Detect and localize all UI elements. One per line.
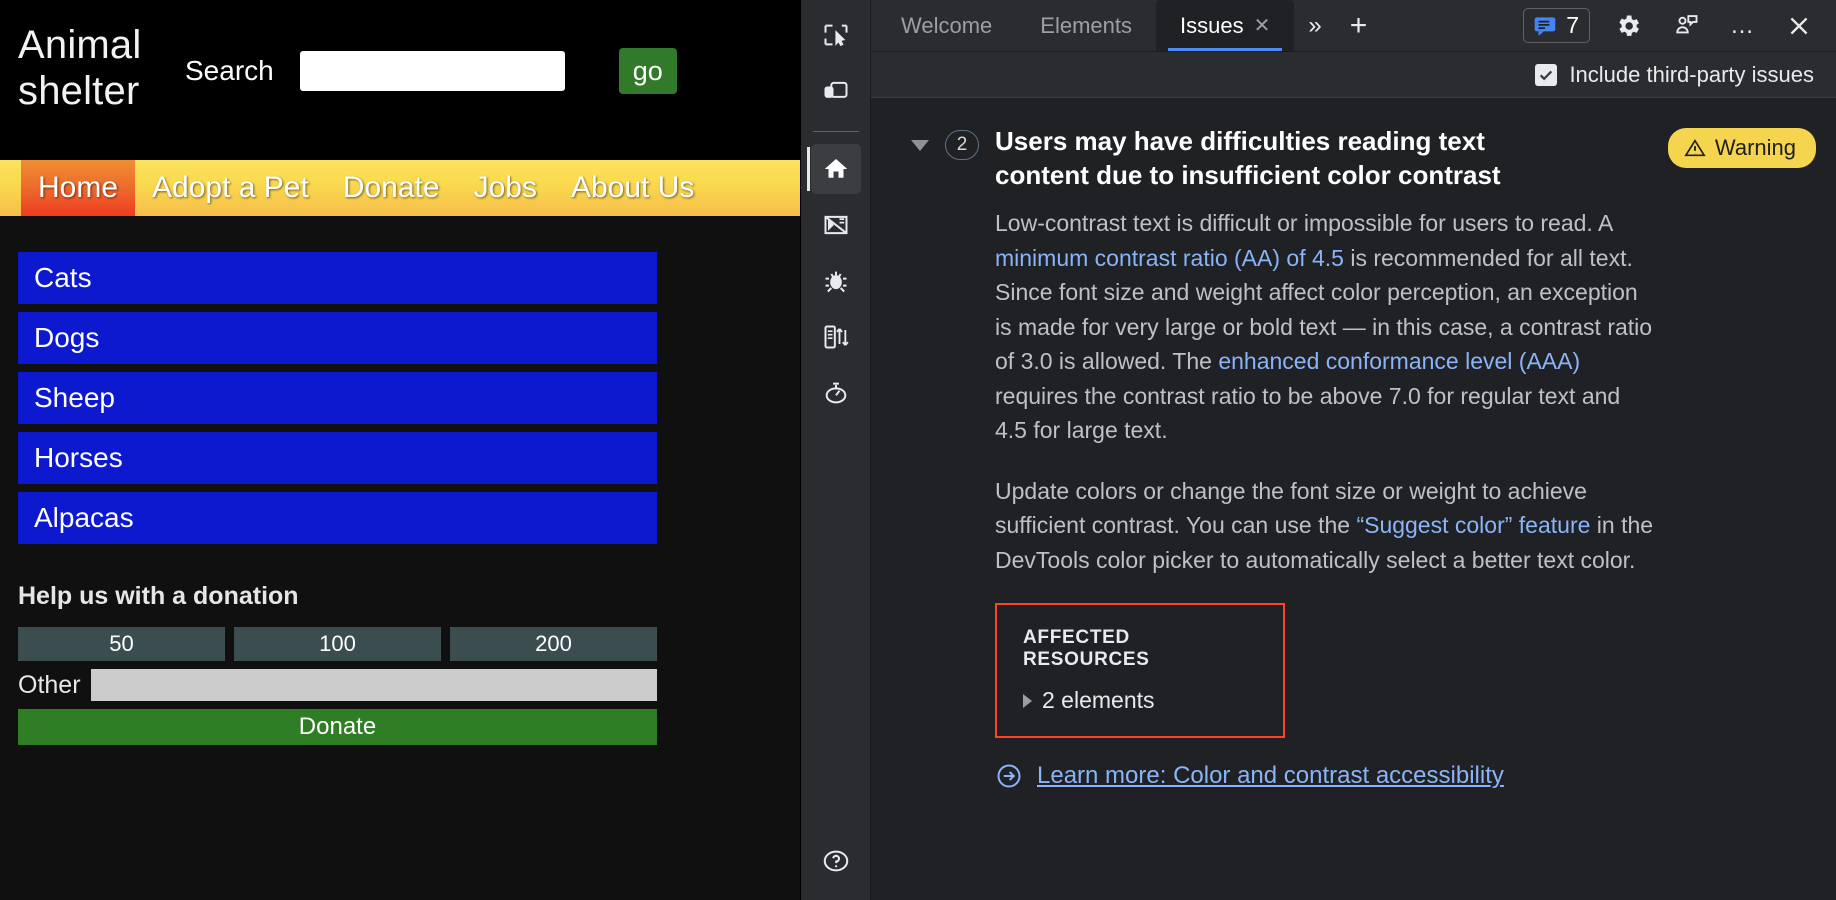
affected-resources-title: AFFECTED RESOURCES <box>1023 627 1150 670</box>
search-go-button[interactable]: go <box>618 48 677 94</box>
animal-button-cats[interactable]: Cats <box>18 252 657 304</box>
app-root: Animal shelter Search go Home Adopt a Pe… <box>0 0 1836 900</box>
donation-other-input[interactable] <box>90 669 657 701</box>
issue-severity-label: Warning <box>1714 135 1796 160</box>
more-tabs-icon[interactable]: » <box>1294 0 1335 51</box>
inspect-element-icon[interactable] <box>811 10 861 60</box>
search-area: Search go <box>185 48 677 94</box>
tab-issues[interactable]: Issues ✕ <box>1156 0 1295 51</box>
affected-resources-row[interactable]: 2 elements <box>1023 687 1257 714</box>
devtools-tabbar: Welcome Elements Issues ✕ » + 7 … <box>871 0 1836 52</box>
nav-item-home[interactable]: Home <box>21 160 136 216</box>
donation-other-row: Other <box>18 669 657 701</box>
issue-header: 2 Users may have difficulties reading te… <box>871 98 1836 192</box>
performance-timer-icon[interactable] <box>811 368 861 418</box>
animal-button-alpacas[interactable]: Alpacas <box>18 492 657 544</box>
animal-button-dogs[interactable]: Dogs <box>18 312 657 364</box>
search-label: Search <box>185 55 274 86</box>
warning-triangle-icon <box>1684 139 1706 157</box>
tab-close-icon[interactable]: ✕ <box>1254 13 1271 38</box>
arrow-right-circle-icon <box>997 764 1021 788</box>
elements-panel-icon[interactable] <box>811 200 861 250</box>
issue-collapse-caret-icon[interactable] <box>911 140 929 151</box>
devtools-main: Welcome Elements Issues ✕ » + 7 … Includ… <box>871 0 1836 900</box>
issue-p1-link-aa[interactable]: minimum contrast ratio (AA) of 4.5 <box>995 245 1344 271</box>
tab-elements[interactable]: Elements <box>1016 0 1156 51</box>
help-icon[interactable] <box>811 836 861 886</box>
include-third-party-label: Include third-party issues <box>1569 61 1814 87</box>
third-party-filter-bar: Include third-party issues <box>871 52 1836 98</box>
feedback-icon[interactable] <box>1658 12 1714 40</box>
home-icon[interactable] <box>806 144 861 194</box>
issue-paragraph-2: Update colors or change the font size or… <box>995 474 1655 578</box>
message-icon <box>1534 16 1556 36</box>
gear-icon[interactable] <box>1600 12 1656 40</box>
site-masthead: Animal shelter Search go <box>0 0 800 160</box>
donation-amount-100[interactable]: 100 <box>234 627 441 661</box>
include-third-party-checkbox[interactable] <box>1535 63 1558 86</box>
issue-p1-link-aaa[interactable]: enhanced conformance level (AAA) <box>1218 348 1580 374</box>
issue-paragraph-1: Low-contrast text is difficult or imposs… <box>995 206 1655 448</box>
devtools-icon-rail <box>801 0 871 900</box>
network-icon[interactable] <box>811 312 861 362</box>
nav-item-jobs[interactable]: Jobs <box>457 160 554 216</box>
tab-welcome-label: Welcome <box>901 12 993 38</box>
issue-count-badge: 2 <box>945 130 979 160</box>
issue-p1-text-c: requires the contrast ratio to be above … <box>995 382 1621 444</box>
devtools-pane: Welcome Elements Issues ✕ » + 7 … Includ… <box>800 0 1836 900</box>
donate-submit-button[interactable]: Donate <box>18 709 657 745</box>
donation-heading: Help us with a donation <box>18 582 299 610</box>
donation-amount-50[interactable]: 50 <box>18 627 225 661</box>
issue-severity-badge: Warning <box>1667 128 1816 168</box>
nav-item-adopt-a-pet[interactable]: Adopt a Pet <box>135 160 326 216</box>
animal-button-horses[interactable]: Horses <box>18 432 657 484</box>
device-toolbar-icon[interactable] <box>811 66 861 116</box>
issues-count-value: 7 <box>1566 12 1579 38</box>
issue-p2-link-suggest-color[interactable]: “Suggest color” feature <box>1356 512 1590 538</box>
bug-icon[interactable] <box>811 256 861 306</box>
site-nav: Home Adopt a Pet Donate Jobs About Us <box>0 160 800 216</box>
add-tab-icon[interactable]: + <box>1336 0 1382 51</box>
learn-more-link[interactable]: Learn more: Color and contrast accessibi… <box>995 762 1796 790</box>
animal-category-list: Cats Dogs Sheep Horses Alpacas <box>18 252 778 544</box>
learn-more-text: Learn more: Color and contrast accessibi… <box>1037 762 1504 789</box>
devtools-toolbar-right: 7 … <box>1523 0 1836 51</box>
tab-issues-label: Issues <box>1180 12 1244 38</box>
more-options-icon[interactable]: … <box>1716 12 1770 40</box>
affected-elements-count: 2 elements <box>1042 687 1155 713</box>
issue-detail-area: 2 Users may have difficulties reading te… <box>871 98 1836 900</box>
page-content: Cats Dogs Sheep Horses Alpacas Help us w… <box>0 216 800 745</box>
issues-count-badge[interactable]: 7 <box>1523 8 1590 43</box>
close-devtools-icon[interactable] <box>1772 13 1826 39</box>
issue-body: Low-contrast text is difficult or imposs… <box>871 192 1836 790</box>
rail-divider <box>812 131 859 132</box>
donation-other-label: Other <box>18 670 81 699</box>
expand-caret-icon[interactable] <box>1023 693 1032 708</box>
issue-p1-text-a: Low-contrast text is difficult or imposs… <box>995 210 1613 236</box>
affected-resources-box: AFFECTED RESOURCES 2 elements <box>995 603 1285 738</box>
animal-button-sheep[interactable]: Sheep <box>18 372 657 424</box>
issue-title[interactable]: Users may have difficulties reading text… <box>995 124 1555 192</box>
nav-item-donate[interactable]: Donate <box>326 160 457 216</box>
site-logo: Animal shelter <box>18 23 142 113</box>
donation-amount-200[interactable]: 200 <box>450 627 657 661</box>
donation-amounts: 50 100 200 <box>18 627 657 661</box>
nav-item-about-us[interactable]: About Us <box>554 160 711 216</box>
tab-elements-label: Elements <box>1040 12 1133 38</box>
tab-welcome[interactable]: Welcome <box>877 0 1016 51</box>
search-input[interactable] <box>299 51 565 91</box>
web-page-pane: Animal shelter Search go Home Adopt a Pe… <box>0 0 800 900</box>
